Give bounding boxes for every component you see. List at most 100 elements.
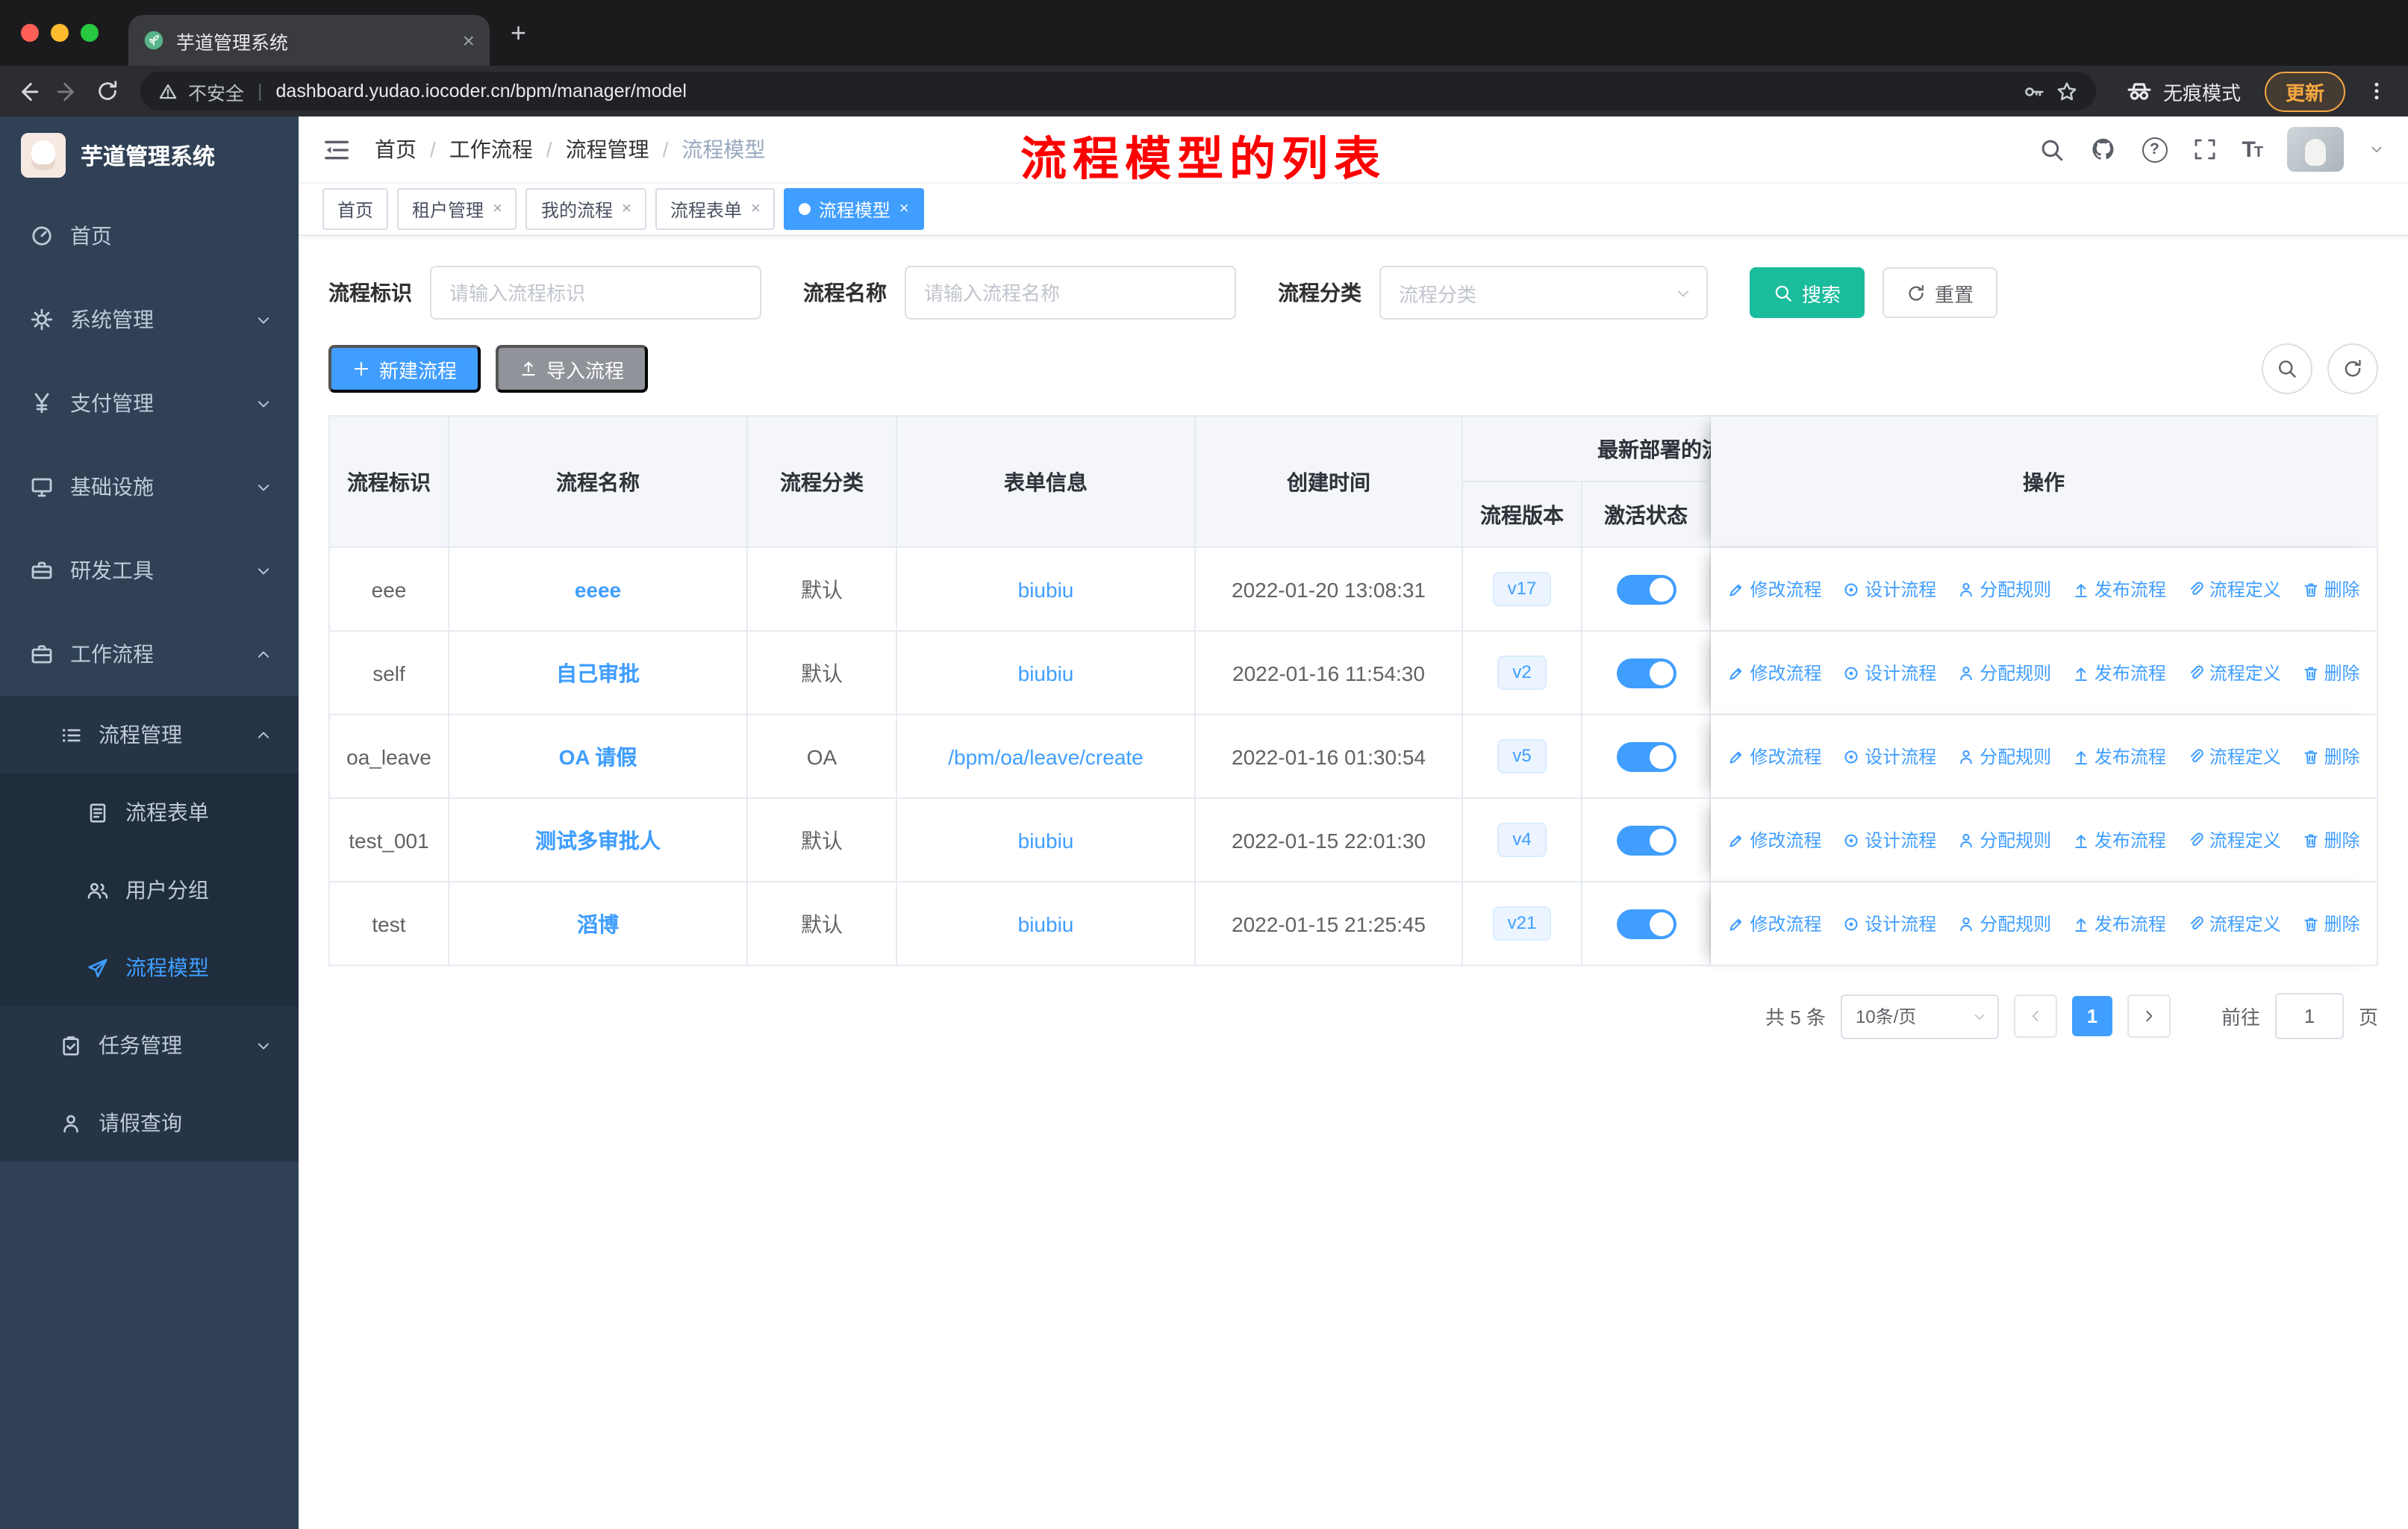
delete-link[interactable]: 删除 [2302, 912, 2360, 937]
show-search-button[interactable] [2262, 343, 2312, 394]
publish-process-link[interactable]: 发布流程 [2072, 744, 2166, 770]
page-size-select[interactable]: 10条/页 [1840, 994, 1999, 1038]
tag-process-form[interactable]: 流程表单 × [655, 188, 776, 230]
tag-close-icon[interactable]: × [493, 200, 502, 218]
tag-close-icon[interactable]: × [751, 200, 761, 218]
tab-close-icon[interactable]: × [463, 28, 475, 52]
sidebar-item-process-management[interactable]: 流程管理 [0, 696, 299, 773]
design-process-link[interactable]: 设计流程 [1842, 912, 1936, 937]
assign-rule-link[interactable]: 分配规则 [1957, 577, 2051, 602]
assign-rule-link[interactable]: 分配规则 [1957, 744, 2051, 770]
process-name-input[interactable] [905, 266, 1236, 320]
process-name-link[interactable]: 测试多审批人 [535, 828, 661, 852]
active-toggle[interactable] [1616, 658, 1676, 688]
password-key-icon[interactable] [2023, 80, 2045, 102]
process-definition-link[interactable]: 流程定义 [2187, 661, 2281, 686]
publish-process-link[interactable]: 发布流程 [2072, 912, 2166, 937]
edit-process-link[interactable]: 修改流程 [1727, 912, 1821, 937]
sidebar-item-system[interactable]: 系统管理 [0, 278, 299, 361]
tag-close-icon[interactable]: × [622, 200, 631, 218]
process-definition-link[interactable]: 流程定义 [2187, 577, 2281, 602]
browser-menu-icon[interactable] [2366, 79, 2387, 103]
assign-rule-link[interactable]: 分配规则 [1957, 828, 2051, 853]
refresh-table-button[interactable] [2327, 343, 2378, 394]
tag-my-process[interactable]: 我的流程 × [525, 188, 646, 230]
delete-link[interactable]: 删除 [2302, 828, 2360, 853]
close-window-button[interactable] [21, 24, 39, 42]
process-name-link[interactable]: eeee [575, 577, 621, 601]
process-definition-link[interactable]: 流程定义 [2187, 828, 2281, 853]
delete-link[interactable]: 删除 [2302, 661, 2360, 686]
sidebar-item-leave-query[interactable]: 请假查询 [0, 1084, 299, 1162]
avatar-caret-icon[interactable] [2369, 142, 2384, 157]
delete-link[interactable]: 删除 [2302, 744, 2360, 770]
reload-icon[interactable] [96, 79, 119, 103]
process-definition-link[interactable]: 流程定义 [2187, 744, 2281, 770]
sidebar-item-infrastructure[interactable]: 基础设施 [0, 445, 299, 529]
process-definition-link[interactable]: 流程定义 [2187, 912, 2281, 937]
reset-button[interactable]: 重置 [1883, 267, 1998, 318]
sidebar-logo[interactable]: 芋道管理系统 [0, 116, 299, 194]
design-process-link[interactable]: 设计流程 [1842, 744, 1936, 770]
form-link[interactable]: biubiu [1018, 912, 1074, 935]
forward-icon[interactable] [55, 78, 81, 104]
help-icon[interactable]: ? [2142, 137, 2168, 162]
sidebar-item-payment[interactable]: 支付管理 [0, 361, 299, 445]
tag-process-model[interactable]: 流程模型 × [784, 188, 924, 230]
active-toggle[interactable] [1616, 909, 1676, 938]
process-name-link[interactable]: OA 请假 [559, 744, 637, 768]
minimize-window-button[interactable] [51, 24, 69, 42]
current-page[interactable]: 1 [2071, 996, 2112, 1036]
process-key-input[interactable] [430, 266, 761, 320]
sidebar-item-user-group[interactable]: 用户分组 [0, 851, 299, 929]
new-process-button[interactable]: 新建流程 [328, 345, 481, 393]
design-process-link[interactable]: 设计流程 [1842, 661, 1936, 686]
search-button[interactable]: 搜索 [1750, 267, 1865, 318]
sidebar-item-home[interactable]: 首页 [0, 194, 299, 278]
browser-tab[interactable]: 芋道管理系统 × [128, 15, 490, 66]
font-size-icon[interactable]: TT [2242, 137, 2263, 162]
sidebar-item-dev-tools[interactable]: 研发工具 [0, 529, 299, 612]
new-tab-button[interactable]: + [511, 17, 526, 49]
address-bar[interactable]: 不安全 | dashboard.yudao.iocoder.cn/bpm/man… [140, 72, 2096, 110]
publish-process-link[interactable]: 发布流程 [2072, 828, 2166, 853]
update-button[interactable]: 更新 [2264, 71, 2345, 111]
sidebar-item-process-form[interactable]: 流程表单 [0, 773, 299, 851]
breadcrumb-process-management[interactable]: 流程管理 [566, 134, 649, 164]
sidebar-item-task-management[interactable]: 任务管理 [0, 1006, 299, 1084]
form-link[interactable]: biubiu [1018, 577, 1074, 601]
category-select[interactable]: 流程分类 [1379, 266, 1708, 320]
collapse-sidebar-icon[interactable] [322, 135, 351, 164]
goto-page-input[interactable] [2274, 993, 2344, 1039]
delete-link[interactable]: 删除 [2302, 577, 2360, 602]
active-toggle[interactable] [1616, 825, 1676, 855]
form-link[interactable]: biubiu [1018, 661, 1074, 685]
sidebar-item-process-model[interactable]: 流程模型 [0, 929, 299, 1006]
design-process-link[interactable]: 设计流程 [1842, 577, 1936, 602]
fullscreen-icon[interactable] [2192, 137, 2216, 161]
active-toggle[interactable] [1616, 741, 1676, 771]
assign-rule-link[interactable]: 分配规则 [1957, 661, 2051, 686]
form-link[interactable]: /bpm/oa/leave/create [948, 744, 1144, 768]
edit-process-link[interactable]: 修改流程 [1727, 744, 1821, 770]
process-name-link[interactable]: 自己审批 [556, 661, 640, 685]
import-process-button[interactable]: 导入流程 [496, 345, 649, 393]
github-icon[interactable] [2089, 136, 2116, 163]
form-link[interactable]: biubiu [1018, 828, 1074, 852]
edit-process-link[interactable]: 修改流程 [1727, 577, 1821, 602]
sidebar-item-workflow[interactable]: 工作流程 [0, 612, 299, 696]
tag-tenant[interactable]: 租户管理 × [397, 188, 517, 230]
edit-process-link[interactable]: 修改流程 [1727, 661, 1821, 686]
zoom-window-button[interactable] [81, 24, 99, 42]
tag-close-icon[interactable]: × [899, 200, 909, 218]
bookmark-star-icon[interactable] [2056, 80, 2078, 102]
next-page-button[interactable] [2127, 994, 2171, 1038]
search-icon[interactable] [2039, 137, 2064, 162]
prev-page-button[interactable] [2013, 994, 2057, 1038]
publish-process-link[interactable]: 发布流程 [2072, 661, 2166, 686]
tag-home[interactable]: 首页 [322, 188, 389, 230]
back-icon[interactable] [15, 78, 40, 104]
breadcrumb-home[interactable]: 首页 [375, 134, 417, 164]
active-toggle[interactable] [1616, 574, 1676, 604]
breadcrumb-workflow[interactable]: 工作流程 [449, 134, 533, 164]
